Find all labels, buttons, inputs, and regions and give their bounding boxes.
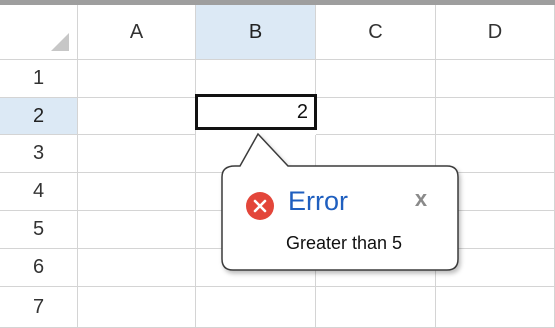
row-header-6[interactable]: 6: [0, 249, 78, 287]
column-header-c[interactable]: C: [316, 5, 436, 60]
error-tooltip-message: Greater than 5: [286, 233, 403, 253]
row-header-3[interactable]: 3: [0, 135, 78, 173]
error-tooltip-title: Error: [288, 186, 348, 216]
active-cell-value: 2: [296, 100, 308, 123]
cell-a1[interactable]: [78, 60, 196, 98]
cell-b1[interactable]: [196, 60, 316, 98]
row-header-5[interactable]: 5: [0, 211, 78, 249]
cell-a7[interactable]: [78, 287, 196, 328]
cell-c2[interactable]: [316, 98, 436, 135]
cell-c7[interactable]: [316, 287, 436, 328]
row-header-4[interactable]: 4: [0, 173, 78, 211]
cell-a6[interactable]: [78, 249, 196, 287]
row-header-2[interactable]: 2: [0, 98, 78, 135]
column-header-b[interactable]: B: [196, 5, 316, 60]
row-header-7[interactable]: 7: [0, 287, 78, 328]
cell-a2[interactable]: [78, 98, 196, 135]
cell-d2[interactable]: [436, 98, 555, 135]
row-header-1[interactable]: 1: [0, 60, 78, 98]
error-x-glyph: [253, 199, 267, 213]
select-all-corner[interactable]: [0, 5, 78, 60]
cell-c1[interactable]: [316, 60, 436, 98]
cell-a3[interactable]: [78, 135, 196, 173]
cell-d1[interactable]: [436, 60, 555, 98]
column-header-a[interactable]: A: [78, 5, 196, 60]
error-x-icon: [246, 192, 274, 220]
select-all-triangle-icon: [51, 33, 69, 51]
cell-d7[interactable]: [436, 287, 555, 328]
cell-a4[interactable]: [78, 173, 196, 211]
error-tooltip: Error x Greater than 5: [222, 164, 458, 270]
column-header-d[interactable]: D: [436, 5, 555, 60]
cell-a5[interactable]: [78, 211, 196, 249]
close-icon[interactable]: x: [410, 188, 432, 210]
cell-b7[interactable]: [196, 287, 316, 328]
active-cell-b2[interactable]: 2: [195, 94, 317, 130]
